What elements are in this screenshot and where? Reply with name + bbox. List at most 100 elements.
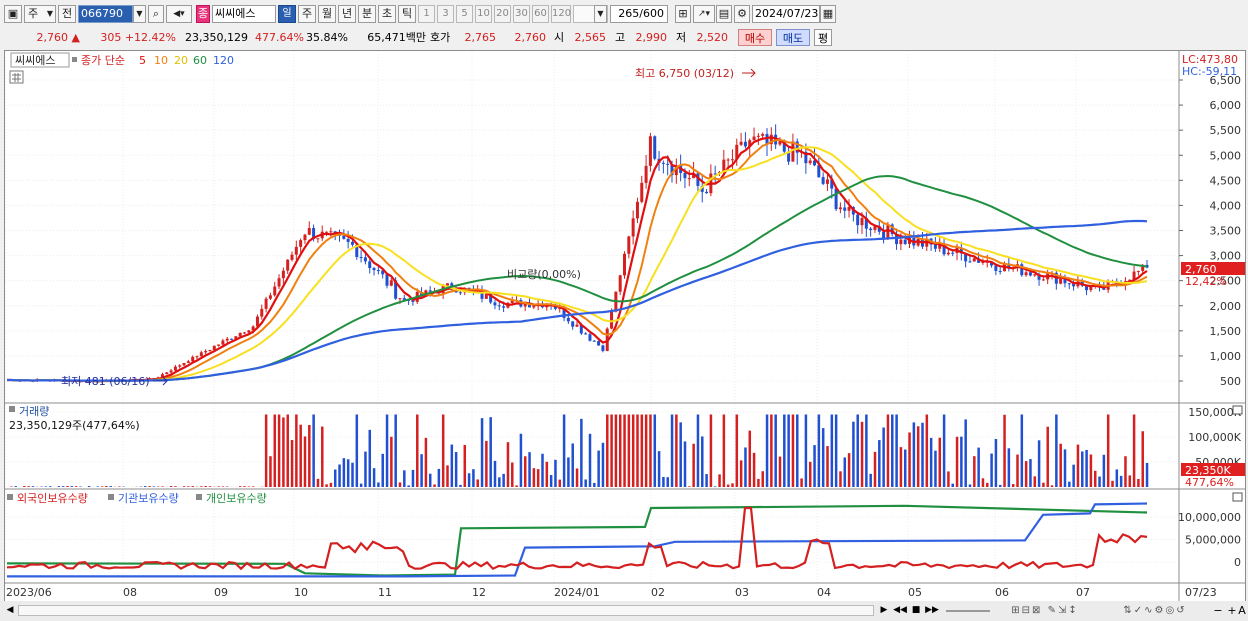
draw-tools-strip[interactable]: ⊞⊟⊠ ✎⇲↕: [995, 603, 1095, 618]
volume-bar: [118, 486, 121, 487]
foreign-holding-line: [6, 506, 1148, 571]
volume-bar: [593, 482, 596, 487]
search-icon[interactable]: ⌕: [148, 5, 164, 23]
candle-body: [273, 286, 277, 296]
scroll-left-icon[interactable]: ◀: [4, 603, 16, 618]
interval-60-button[interactable]: 60: [532, 5, 549, 23]
interval-10-button[interactable]: 10: [475, 5, 492, 23]
period-month-button[interactable]: 월: [318, 5, 336, 23]
period-second-button[interactable]: 초: [378, 5, 396, 23]
rewind-icon[interactable]: ◀◀: [893, 603, 907, 618]
x-tick-label: 10: [294, 586, 308, 599]
chart-layout-icon[interactable]: ▣: [4, 5, 22, 23]
volume-bar: [27, 486, 30, 487]
volume-bar: [308, 424, 311, 487]
gear-icon[interactable]: ⚙: [734, 5, 750, 23]
period-select[interactable]: 주 ▼: [24, 5, 56, 23]
volume-bar: [264, 414, 268, 487]
interval-120-button[interactable]: 120: [551, 5, 571, 23]
volume-bar: [1016, 454, 1019, 487]
pane-close-icon[interactable]: [1232, 492, 1243, 502]
period-minute-button[interactable]: 분: [358, 5, 376, 23]
candle-body: [363, 257, 367, 262]
period-tick-button[interactable]: 틱: [398, 5, 416, 23]
candle-body: [648, 136, 652, 166]
volume-bar: [852, 421, 855, 487]
speaker-icon[interactable]: ◀▾: [166, 5, 192, 23]
volume-bar: [545, 461, 549, 487]
candle-body: [869, 228, 873, 231]
interval-dropdown-icon[interactable]: ▼: [594, 5, 607, 23]
volume-bar: [1128, 475, 1132, 487]
stop-icon[interactable]: ■: [910, 603, 922, 618]
code-input[interactable]: 066790: [78, 5, 133, 23]
crosshair-icon[interactable]: ⊞: [675, 5, 691, 23]
volume-bar: [903, 449, 907, 487]
fast-forward-icon[interactable]: ▶▶: [925, 603, 939, 618]
prev-button[interactable]: 전: [58, 5, 76, 23]
x-axis-ticks: 2023/06 08 09 10 11 12 2024/01 02 03 04 05 06 07 07/2…: [6, 586, 1217, 599]
indicator-tools-strip[interactable]: ⇅✓∿⚙◎↺: [1100, 603, 1210, 618]
volume-bar: [204, 486, 207, 487]
volume-bar: [424, 437, 428, 487]
volume-bar: [394, 414, 397, 487]
draw-tool-icon[interactable]: ↗▾: [693, 5, 715, 23]
holding-tick-label: 5,000,000: [1185, 534, 1241, 547]
code-dropdown-icon[interactable]: ▼: [133, 5, 146, 23]
candle-body: [195, 356, 199, 358]
volume-bar: [705, 474, 708, 487]
volume-bar: [506, 442, 510, 487]
font-size-icon[interactable]: A: [1236, 603, 1248, 618]
stock-name-field[interactable]: 씨씨에스: [212, 5, 276, 23]
count-field[interactable]: 265/600: [610, 5, 668, 23]
buy-button[interactable]: 매수: [738, 29, 772, 46]
chart-area[interactable]: 6,500 6,000 5,500 5,000 4,500 4,000 3,500 3,000…: [4, 50, 1246, 603]
volume-bar: [437, 468, 441, 487]
save-icon[interactable]: ▤: [716, 5, 732, 23]
calendar-icon[interactable]: ▦: [820, 5, 836, 23]
legend-bullet: [196, 494, 202, 500]
candle-body: [502, 306, 506, 308]
scroll-right-icon[interactable]: ▶: [878, 603, 890, 618]
current-price-value: 2,760: [36, 31, 69, 44]
candle-body: [972, 258, 976, 262]
volume-bar: [895, 414, 898, 487]
volume-bar: [44, 486, 48, 487]
volume-bar: [390, 436, 393, 487]
toolbar: ▣ 주 ▼ 전 066790 ▼ ⌕ ◀▾ 종 씨씨에스 일 주 월 년 분 초 …: [0, 3, 1248, 27]
stock-chart[interactable]: 6,5006,0005,5005,0004,5004,0003,5003,000…: [5, 51, 1245, 602]
candle-body: [588, 334, 592, 341]
hc-label: HC:-59,11: [1182, 65, 1237, 78]
period-year-button[interactable]: 년: [338, 5, 356, 23]
volume-bar: [981, 478, 985, 487]
zoom-out-icon[interactable]: −: [1212, 603, 1224, 618]
zoom-slider[interactable]: [946, 603, 990, 618]
y-tick-label: 500: [1220, 375, 1241, 388]
table-icon[interactable]: [9, 70, 24, 84]
interval-3-button[interactable]: 3: [437, 5, 454, 23]
legend-bullet: [7, 494, 13, 500]
candle-body: [230, 338, 234, 340]
period-day-button[interactable]: 일: [278, 5, 296, 23]
interval-5-button[interactable]: 5: [456, 5, 473, 23]
pane-close-icon[interactable]: [1232, 405, 1243, 415]
interval-20-button[interactable]: 20: [494, 5, 511, 23]
candle-body: [903, 239, 907, 244]
volume-bar: [580, 418, 583, 487]
volume-bar: [692, 443, 695, 487]
interval-1-button[interactable]: 1: [418, 5, 435, 23]
interval-30-button[interactable]: 30: [513, 5, 530, 23]
date-field[interactable]: 2024/07/23: [752, 5, 820, 23]
period-week-button[interactable]: 주: [298, 5, 316, 23]
sell-button[interactable]: 매도: [776, 29, 810, 46]
y-tick-label: 5,000: [1210, 149, 1242, 162]
volume-bar: [1115, 469, 1119, 487]
y-tick-label: 1,000: [1210, 350, 1242, 363]
candle-body: [825, 179, 829, 184]
legend-ma10: 10: [154, 54, 168, 67]
candle-body: [1041, 279, 1045, 281]
low-label: 저: [676, 31, 687, 44]
eval-button[interactable]: 평: [814, 29, 832, 46]
volume-bar: [476, 479, 479, 487]
horizontal-scrollbar[interactable]: [18, 605, 874, 616]
